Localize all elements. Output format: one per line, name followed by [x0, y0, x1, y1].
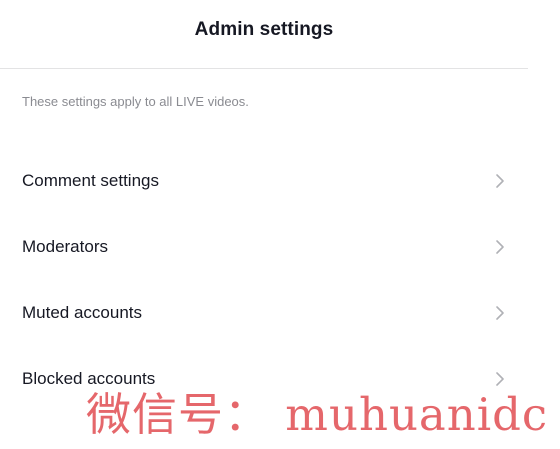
muted-accounts-item[interactable]: Muted accounts: [0, 280, 528, 346]
muted-accounts-label: Muted accounts: [22, 303, 143, 322]
settings-list: Comment settings Moderators Muted accoun…: [0, 148, 528, 412]
moderators-item[interactable]: Moderators: [0, 214, 528, 280]
comment-settings-item[interactable]: Comment settings: [0, 148, 528, 214]
moderators-label: Moderators: [22, 237, 108, 256]
admin-settings-screen: Admin settings These settings apply to a…: [0, 0, 560, 449]
chevron-right-icon: [496, 306, 504, 320]
chevron-right-icon: [496, 174, 504, 188]
watermark-text: 微信号： muhuanidc: [86, 388, 549, 441]
page-title: Admin settings: [194, 19, 334, 40]
settings-description: These settings apply to all LIVE videos.: [22, 94, 249, 109]
chevron-right-icon: [496, 240, 504, 254]
header: Admin settings: [0, 0, 528, 69]
comment-settings-label: Comment settings: [22, 171, 159, 190]
